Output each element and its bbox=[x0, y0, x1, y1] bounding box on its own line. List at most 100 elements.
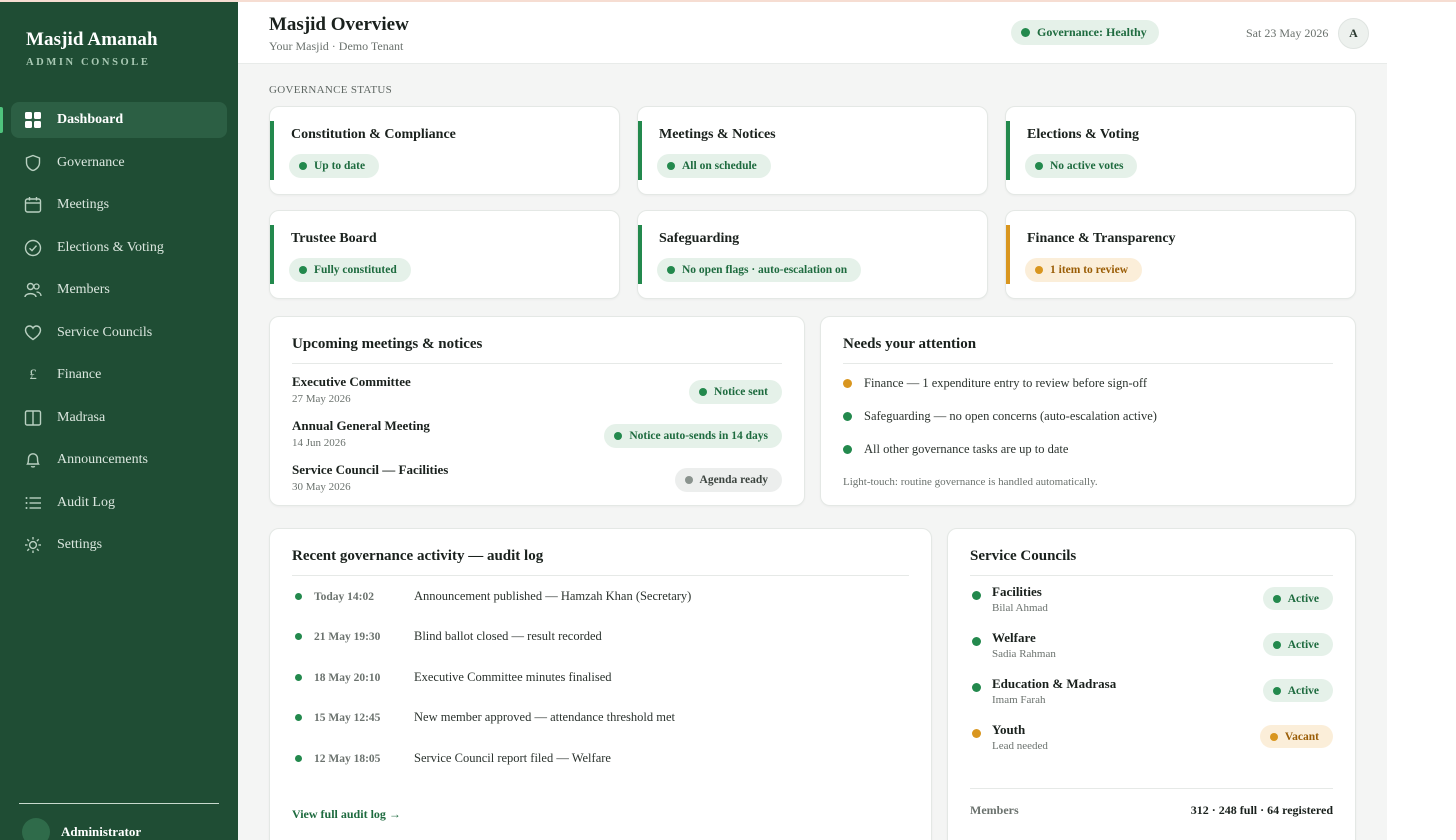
sidebar-item-elections[interactable]: Elections & Voting bbox=[11, 230, 227, 266]
sidebar-item-label: Dashboard bbox=[57, 112, 124, 127]
sidebar-item-finance[interactable]: £ Finance bbox=[11, 357, 227, 393]
status-badge: 1 item to review bbox=[1025, 258, 1143, 282]
sidebar-item-governance[interactable]: Governance bbox=[11, 145, 227, 181]
council-name: Youth bbox=[992, 722, 1026, 737]
status-accent-bar bbox=[638, 225, 642, 284]
panel-divider bbox=[970, 788, 1333, 789]
status-dot bbox=[295, 593, 302, 600]
attention-item[interactable]: Finance — 1 expenditure entry to review … bbox=[843, 376, 1147, 391]
attention-text: Finance — 1 expenditure entry to review … bbox=[864, 376, 1148, 390]
audit-entry[interactable]: 15 May 12:45 New member approved — atten… bbox=[292, 710, 675, 725]
council-row[interactable]: Education & Madrasa Imam Farah Active bbox=[970, 676, 1333, 716]
heart-icon bbox=[24, 324, 42, 342]
council-row[interactable]: Welfare Sadia Rahman Active bbox=[970, 630, 1333, 670]
panel-title: Recent governance activity — audit log bbox=[292, 548, 544, 564]
audit-time: 21 May 19:30 bbox=[314, 630, 381, 643]
upcoming-meetings-panel: Upcoming meetings & notices Executive Co… bbox=[269, 316, 805, 506]
members-count: 312 · 248 full · 64 registered bbox=[1190, 803, 1333, 817]
brand-subtitle: ADMIN CONSOLE bbox=[26, 57, 151, 68]
sidebar-item-label: Madrasa bbox=[57, 409, 106, 425]
status-dot bbox=[843, 445, 852, 454]
status-badge: Active bbox=[1262, 633, 1333, 656]
gear-icon bbox=[24, 536, 42, 554]
status-badge: Fully constituted bbox=[289, 258, 411, 282]
sidebar-item-members[interactable]: Members bbox=[11, 272, 227, 308]
view-audit-log-link[interactable]: View full audit log → bbox=[292, 807, 401, 822]
status-card-meetings[interactable]: Meetings & Notices All on schedule bbox=[637, 106, 988, 195]
status-card-safeguarding[interactable]: Safeguarding No open flags · auto-escala… bbox=[637, 210, 988, 299]
panel-title: Service Councils bbox=[970, 548, 1077, 564]
status-dot bbox=[972, 683, 981, 692]
sidebar-item-label: Service Councils bbox=[57, 324, 153, 340]
council-row[interactable]: Youth Lead needed Vacant bbox=[970, 722, 1333, 762]
council-row[interactable]: Facilities Bilal Ahmad Active bbox=[970, 584, 1333, 624]
book-icon bbox=[24, 409, 42, 427]
attention-text: Safeguarding — no open concerns (auto-es… bbox=[864, 409, 1157, 423]
council-name: Facilities bbox=[992, 584, 1042, 599]
sidebar-user[interactable]: Administrator bbox=[22, 818, 141, 840]
list-icon bbox=[24, 494, 42, 512]
members-label: Members bbox=[970, 803, 1019, 817]
list-item[interactable]: Service Council — Facilities 30 May 2026… bbox=[292, 462, 782, 502]
status-card-title: Constitution & Compliance bbox=[291, 127, 456, 142]
status-accent-bar bbox=[1006, 225, 1010, 284]
status-card-title: Safeguarding bbox=[659, 231, 740, 246]
sidebar-item-label: Announcements bbox=[57, 452, 148, 467]
sidebar-item-label: Finance bbox=[57, 367, 102, 382]
sidebar-item-meetings[interactable]: Meetings bbox=[11, 187, 227, 223]
status-dot bbox=[295, 633, 302, 640]
attention-text: All other governance tasks are up to dat… bbox=[864, 442, 1069, 456]
user-avatar-button[interactable]: A bbox=[1338, 18, 1369, 49]
sidebar-item-service-councils[interactable]: Service Councils bbox=[11, 315, 227, 351]
attention-item[interactable]: Safeguarding — no open concerns (auto-es… bbox=[843, 409, 1157, 424]
check-circle-icon bbox=[24, 239, 42, 257]
dashboard-icon bbox=[24, 111, 42, 129]
council-lead: Lead needed bbox=[992, 740, 1048, 752]
sidebar-item-settings[interactable]: Settings bbox=[11, 527, 227, 563]
status-card-elections[interactable]: Elections & Voting No active votes bbox=[1005, 106, 1356, 195]
page-title: Masjid Overview bbox=[269, 14, 409, 35]
panel-divider bbox=[292, 363, 782, 364]
panel-divider bbox=[843, 363, 1333, 364]
brand: Masjid Amanah ADMIN CONSOLE bbox=[26, 29, 158, 68]
sidebar-item-label: Governance bbox=[57, 154, 125, 170]
audit-entry[interactable]: 18 May 20:10 Executive Committee minutes… bbox=[292, 670, 612, 685]
status-card-finance[interactable]: Finance & Transparency 1 item to review bbox=[1005, 210, 1356, 299]
status-card-trustee-board[interactable]: Trustee Board Fully constituted bbox=[269, 210, 620, 299]
audit-text: Service Council report filed — Welfare bbox=[414, 751, 611, 765]
audit-entry[interactable]: Today 14:02 Announcement published — Ham… bbox=[292, 589, 691, 604]
audit-text: Announcement published — Hamzah Khan (Se… bbox=[414, 589, 692, 603]
status-card-title: Trustee Board bbox=[291, 231, 377, 246]
status-badge: Notice auto-sends in 14 days bbox=[604, 424, 782, 448]
sidebar: Masjid Amanah ADMIN CONSOLE Dashboard Go… bbox=[0, 0, 238, 840]
list-item[interactable]: Annual General Meeting 14 Jun 2026 Notic… bbox=[292, 418, 782, 458]
panel-title: Upcoming meetings & notices bbox=[292, 336, 483, 352]
sidebar-item-dashboard[interactable]: Dashboard bbox=[0, 102, 227, 138]
attention-item[interactable]: All other governance tasks are up to dat… bbox=[843, 442, 1068, 457]
list-item[interactable]: Executive Committee 27 May 2026 Notice s… bbox=[292, 374, 782, 414]
status-badge: Up to date bbox=[289, 154, 380, 178]
council-lead: Sadia Rahman bbox=[992, 648, 1056, 660]
sidebar-item-label: Elections & Voting bbox=[57, 239, 164, 255]
audit-entry[interactable]: 12 May 18:05 Service Council report file… bbox=[292, 751, 611, 766]
status-accent-bar bbox=[270, 225, 274, 284]
council-name: Education & Madrasa bbox=[992, 676, 1117, 691]
audit-time: 15 May 12:45 bbox=[314, 711, 381, 724]
sidebar-nav: Dashboard Governance Meetings Elections … bbox=[0, 102, 227, 570]
audit-entry[interactable]: 21 May 19:30 Blind ballot closed — resul… bbox=[292, 629, 602, 644]
council-name: Welfare bbox=[992, 630, 1036, 645]
pound-icon: £ bbox=[29, 366, 37, 383]
governance-status-badge: Governance: Healthy bbox=[1011, 20, 1159, 45]
sidebar-item-madrasa[interactable]: Madrasa bbox=[11, 400, 227, 436]
audit-time: 18 May 20:10 bbox=[314, 671, 381, 684]
sidebar-item-audit-log[interactable]: Audit Log bbox=[11, 485, 227, 521]
status-accent-bar bbox=[270, 121, 274, 180]
main-content: Masjid Overview Your Masjid · Demo Tenan… bbox=[238, 0, 1387, 840]
status-card-constitution[interactable]: Constitution & Compliance Up to date bbox=[269, 106, 620, 195]
status-badge: Notice sent bbox=[689, 380, 782, 404]
sidebar-item-announcements[interactable]: Announcements bbox=[11, 442, 227, 478]
status-badge: All on schedule bbox=[657, 154, 771, 178]
avatar bbox=[22, 818, 50, 840]
brand-name: Masjid Amanah bbox=[26, 29, 158, 50]
bell-icon bbox=[24, 451, 42, 469]
